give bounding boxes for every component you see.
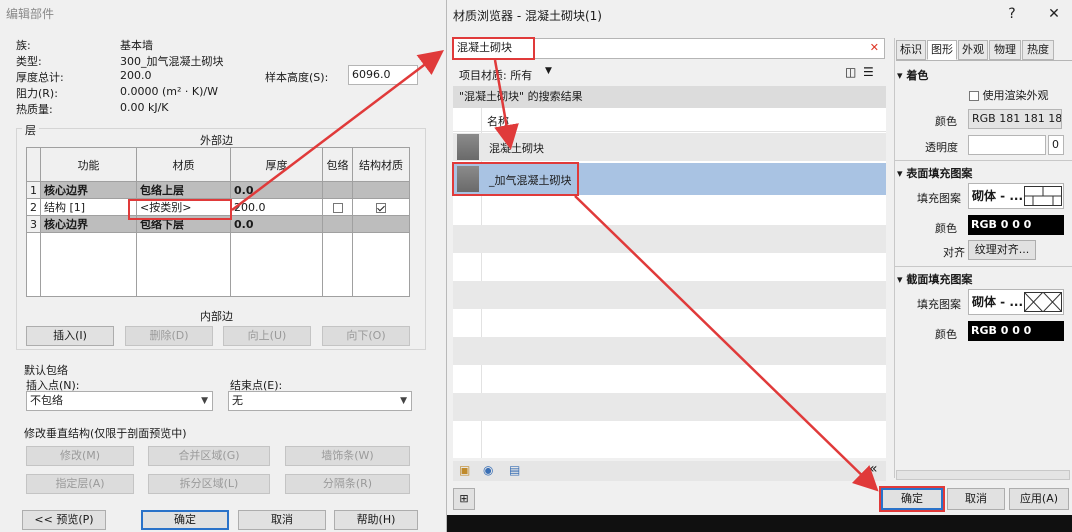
arrow-to-search	[231, 49, 444, 211]
arrow-to-ok	[574, 195, 879, 492]
annotation-arrows	[231, 49, 879, 492]
arrow-to-result	[493, 59, 519, 150]
